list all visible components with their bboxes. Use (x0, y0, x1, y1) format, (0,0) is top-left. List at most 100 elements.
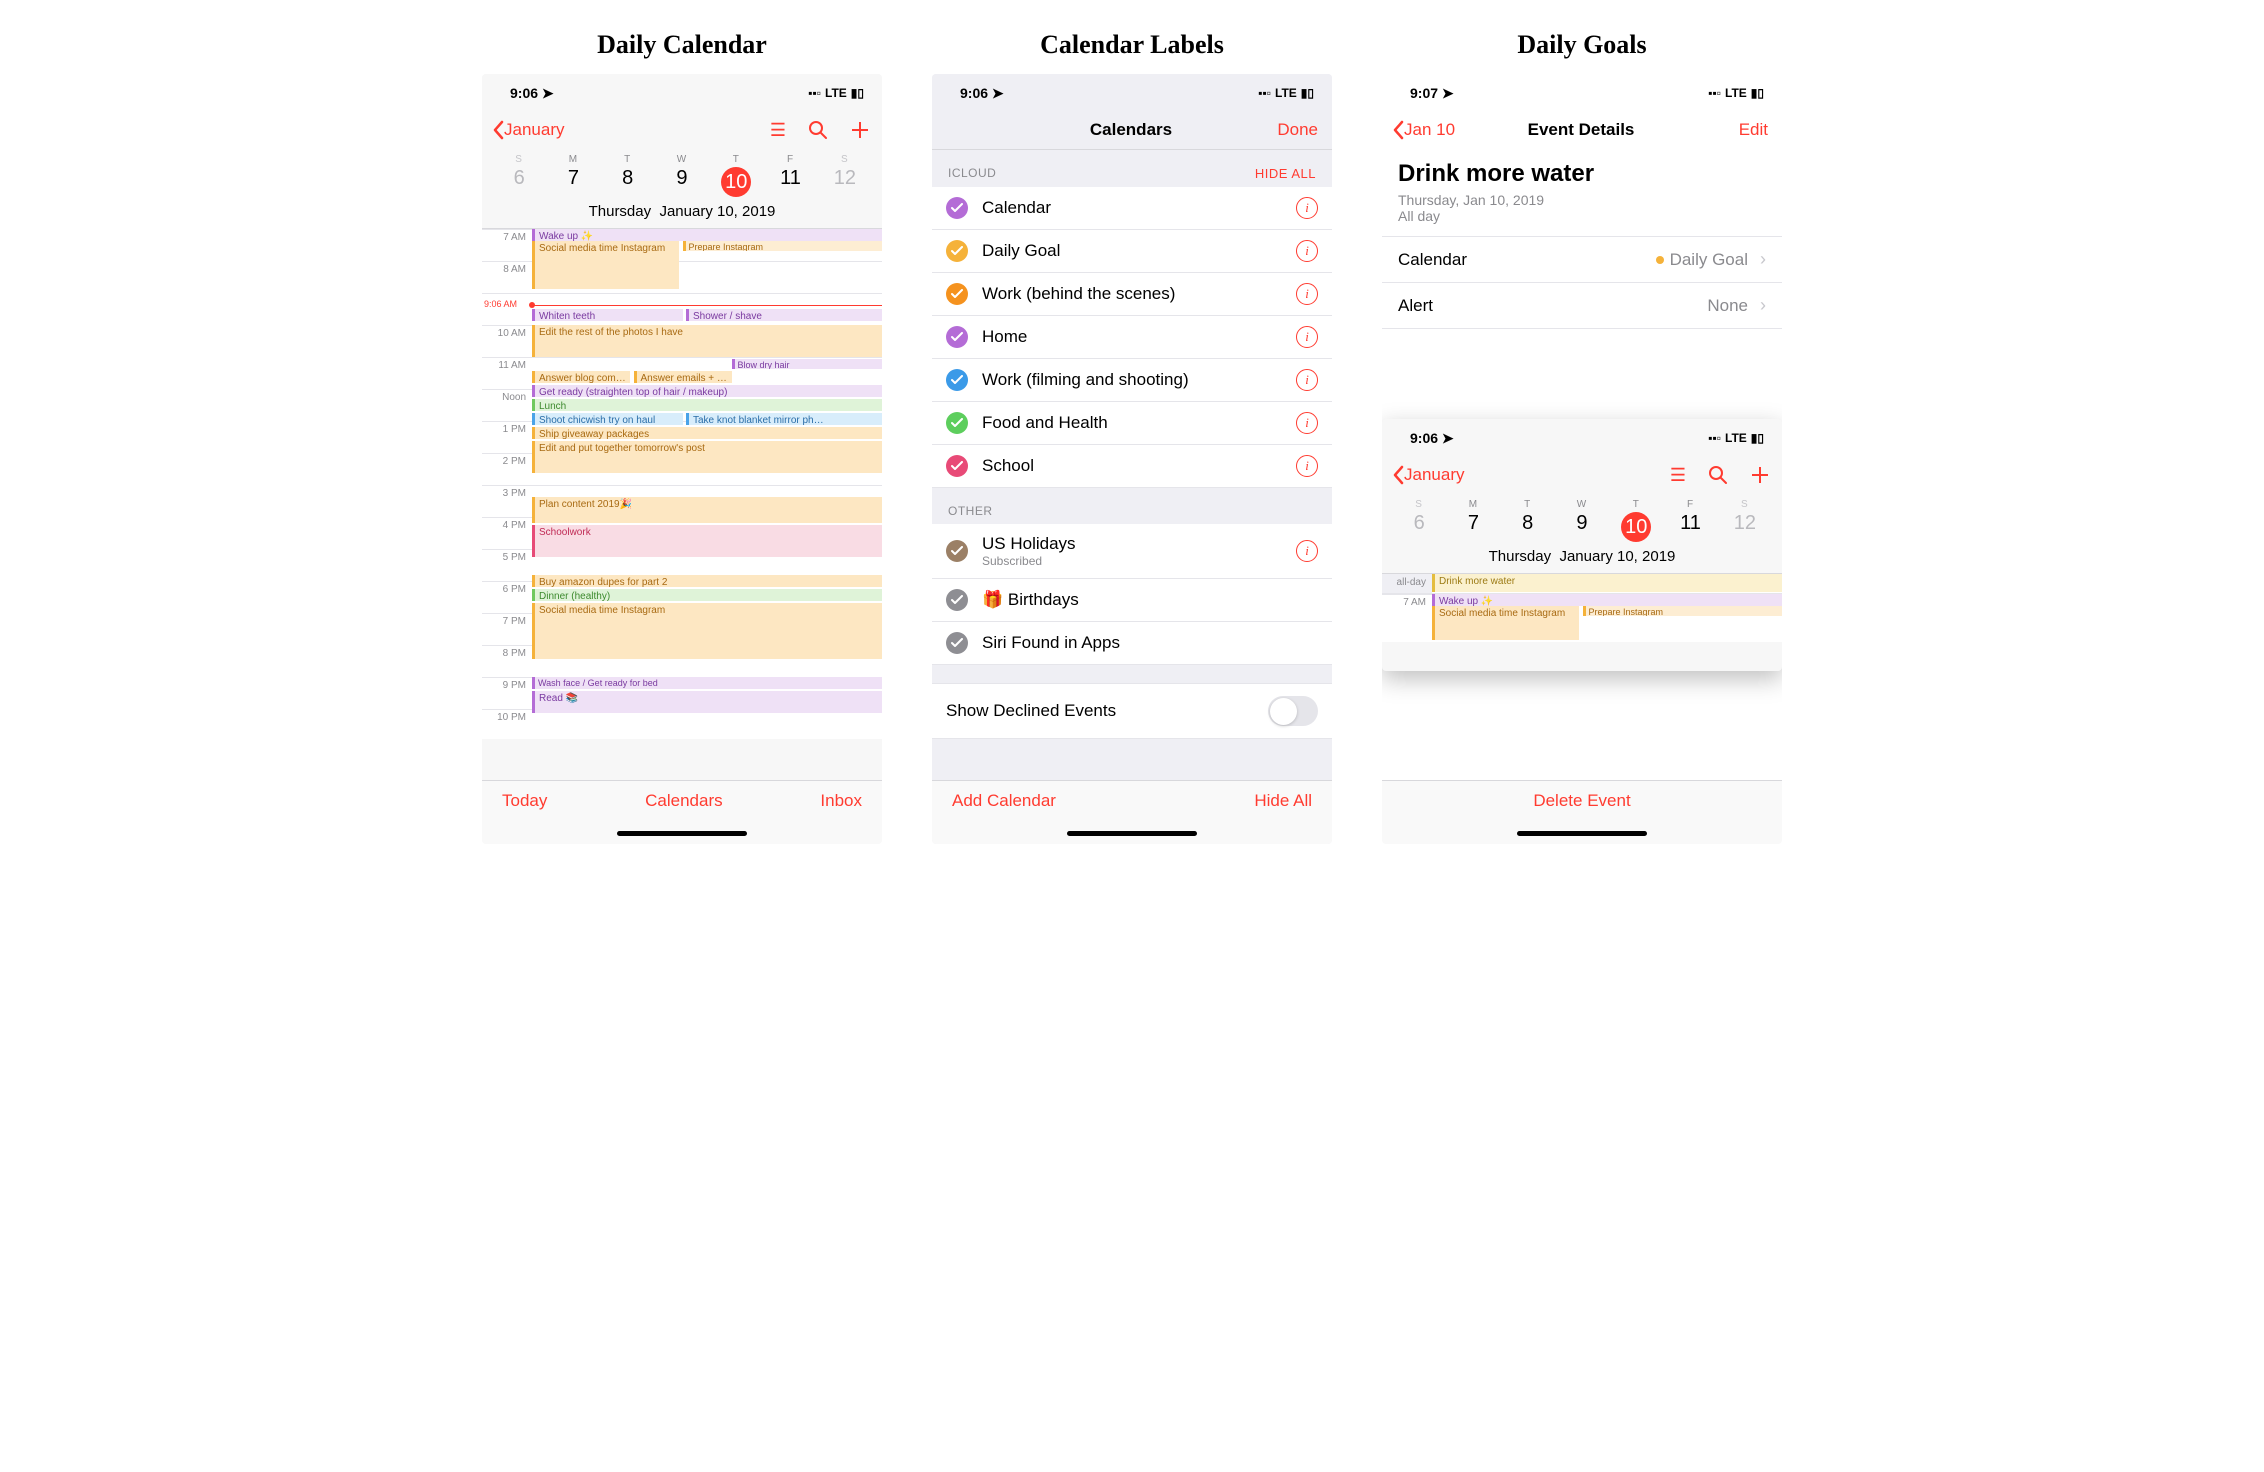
chevron-right-icon: › (1760, 249, 1766, 270)
search-icon[interactable] (808, 120, 828, 140)
add-event-icon[interactable] (850, 120, 870, 140)
calendar-list-item[interactable]: Work (behind the scenes)i (932, 273, 1332, 316)
phone-daily-calendar: 9:06 ➤ ▪▪▫ LTE ▮▯ January ☰ SMTWTFS 6789… (482, 74, 882, 844)
signal-icon: ▪▪▫ (1708, 431, 1721, 445)
calendar-list-item[interactable]: Food and Healthi (932, 402, 1332, 445)
date-cell[interactable]: 9 (655, 167, 709, 197)
checkmark-icon (946, 455, 968, 477)
back-to-day-button[interactable]: Jan 10 (1392, 120, 1455, 140)
calendar-event[interactable]: Ship giveaway packages (532, 427, 882, 439)
calendar-event[interactable]: Lunch (532, 399, 882, 411)
calendar-event[interactable]: Get ready (straighten top of hair / make… (532, 385, 882, 397)
info-icon[interactable]: i (1296, 369, 1318, 391)
week-day-labels: SMTWTFS (1382, 495, 1782, 510)
day-schedule[interactable]: 7 AM8 AM10 AM11 AMNoon1 PM2 PM3 PM4 PM5 … (482, 229, 882, 739)
calendar-list-item[interactable]: Calendari (932, 187, 1332, 230)
calendar-event[interactable]: Social media time Instagram (1432, 606, 1579, 640)
calendar-event[interactable]: Schoolwork (532, 525, 882, 557)
calendar-event[interactable]: Shower / shave (686, 309, 882, 321)
day-schedule[interactable]: 7 AMWake up ✨Social media time Instagram… (1382, 594, 1782, 642)
calendar-event[interactable]: Answer emails + g… (634, 371, 732, 383)
date-cell[interactable]: 6 (492, 167, 546, 197)
calendar-list-item[interactable]: Schooli (932, 445, 1332, 488)
date-cell[interactable]: 9 (1555, 512, 1609, 542)
calendar-event[interactable]: Whiten teeth (532, 309, 683, 321)
all-day-event[interactable]: Drink more water (1432, 574, 1782, 592)
calendar-list-item[interactable]: US HolidaysSubscribedi (932, 524, 1332, 579)
date-cell[interactable]: 8 (1501, 512, 1555, 542)
calendar-list-item[interactable]: Homei (932, 316, 1332, 359)
calendar-event[interactable]: Buy amazon dupes for part 2 (532, 575, 882, 587)
date-cell[interactable]: 11 (1663, 512, 1717, 542)
calendar-list-item[interactable]: 🎁 Birthdays (932, 579, 1332, 622)
calendars-button[interactable]: Calendars (645, 791, 723, 811)
info-icon[interactable]: i (1296, 455, 1318, 477)
hide-all-icloud-button[interactable]: HIDE ALL (1255, 166, 1316, 181)
calendar-event[interactable]: Plan content 2019🎉 (532, 497, 882, 523)
calendar-event[interactable]: Social media time Instagram (532, 241, 679, 289)
calendar-event[interactable]: Answer blog com… (532, 371, 630, 383)
nav-header: January ☰ (1382, 457, 1782, 495)
calendar-event[interactable]: Prepare Instagram (683, 241, 883, 251)
hide-all-button[interactable]: Hide All (1254, 791, 1312, 811)
date-cell[interactable]: 10 (1609, 512, 1663, 542)
info-icon[interactable]: i (1296, 197, 1318, 219)
date-cell[interactable]: 7 (1446, 512, 1500, 542)
calendar-row[interactable]: Calendar Daily Goal› (1382, 236, 1782, 282)
search-icon[interactable] (1708, 465, 1728, 485)
week-day-labels: SMTWTFS (482, 150, 882, 165)
add-event-icon[interactable] (1750, 465, 1770, 485)
home-indicator[interactable] (617, 831, 747, 836)
checkmark-icon (946, 240, 968, 262)
calendar-event[interactable]: Shoot chicwish try on haul (532, 413, 683, 425)
panel-title-daily-goals: Daily Goals (1382, 30, 1782, 60)
back-to-month-button[interactable]: January (492, 120, 564, 140)
calendar-event[interactable]: Dinner (healthy) (532, 589, 882, 601)
status-bar: 9:06 ➤ ▪▪▫ LTE ▮▯ (482, 74, 882, 112)
date-cell[interactable]: 10 (709, 167, 763, 197)
calendar-event[interactable]: Read 📚 (532, 691, 882, 713)
info-icon[interactable]: i (1296, 326, 1318, 348)
date-cell[interactable]: 8 (601, 167, 655, 197)
calendar-list-item[interactable]: Siri Found in Apps (932, 622, 1332, 665)
week-dates[interactable]: 6789101112 (482, 165, 882, 201)
calendar-list-item[interactable]: Work (filming and shooting)i (932, 359, 1332, 402)
today-button[interactable]: Today (502, 791, 547, 811)
calendar-event[interactable]: Social media time Instagram (532, 603, 882, 659)
calendar-event[interactable]: Blow dry hair (732, 359, 883, 369)
list-view-icon[interactable]: ☰ (770, 120, 786, 141)
edit-button[interactable]: Edit (1739, 120, 1768, 140)
section-header-other: OTHER (932, 488, 1332, 524)
alert-row[interactable]: Alert None› (1382, 282, 1782, 329)
week-dates[interactable]: 6789101112 (1382, 510, 1782, 546)
info-icon[interactable]: i (1296, 240, 1318, 262)
inbox-button[interactable]: Inbox (820, 791, 862, 811)
delete-event-button[interactable]: Delete Event (1402, 791, 1762, 811)
calendar-event[interactable]: Take knot blanket mirror ph… (686, 413, 882, 425)
info-icon[interactable]: i (1296, 283, 1318, 305)
bottom-toolbar: Add Calendar Hide All (932, 780, 1332, 844)
all-day-row: all-day Drink more water (1382, 574, 1782, 594)
date-cell[interactable]: 12 (818, 167, 872, 197)
add-calendar-button[interactable]: Add Calendar (952, 791, 1056, 811)
panel-title-calendar-labels: Calendar Labels (932, 30, 1332, 60)
show-declined-toggle[interactable] (1268, 696, 1318, 726)
date-cell[interactable]: 12 (1718, 512, 1772, 542)
done-button[interactable]: Done (1277, 120, 1318, 140)
calendar-event[interactable]: Wake up ✨ (1432, 594, 1782, 606)
calendar-event[interactable]: Edit and put together tomorrow's post (532, 441, 882, 473)
calendar-event[interactable]: Edit the rest of the photos I have (532, 325, 882, 357)
calendar-event[interactable]: Wash face / Get ready for bed (532, 677, 882, 689)
info-icon[interactable]: i (1296, 540, 1318, 562)
date-cell[interactable]: 11 (763, 167, 817, 197)
date-cell[interactable]: 6 (1392, 512, 1446, 542)
calendar-list-item[interactable]: Daily Goali (932, 230, 1332, 273)
calendar-event[interactable]: Wake up ✨ (532, 229, 882, 241)
home-indicator[interactable] (1517, 831, 1647, 836)
date-cell[interactable]: 7 (546, 167, 600, 197)
back-to-month-button[interactable]: January (1392, 465, 1464, 485)
info-icon[interactable]: i (1296, 412, 1318, 434)
home-indicator[interactable] (1067, 831, 1197, 836)
calendar-event[interactable]: Prepare Instagram (1583, 606, 1783, 616)
list-view-icon[interactable]: ☰ (1670, 465, 1686, 486)
